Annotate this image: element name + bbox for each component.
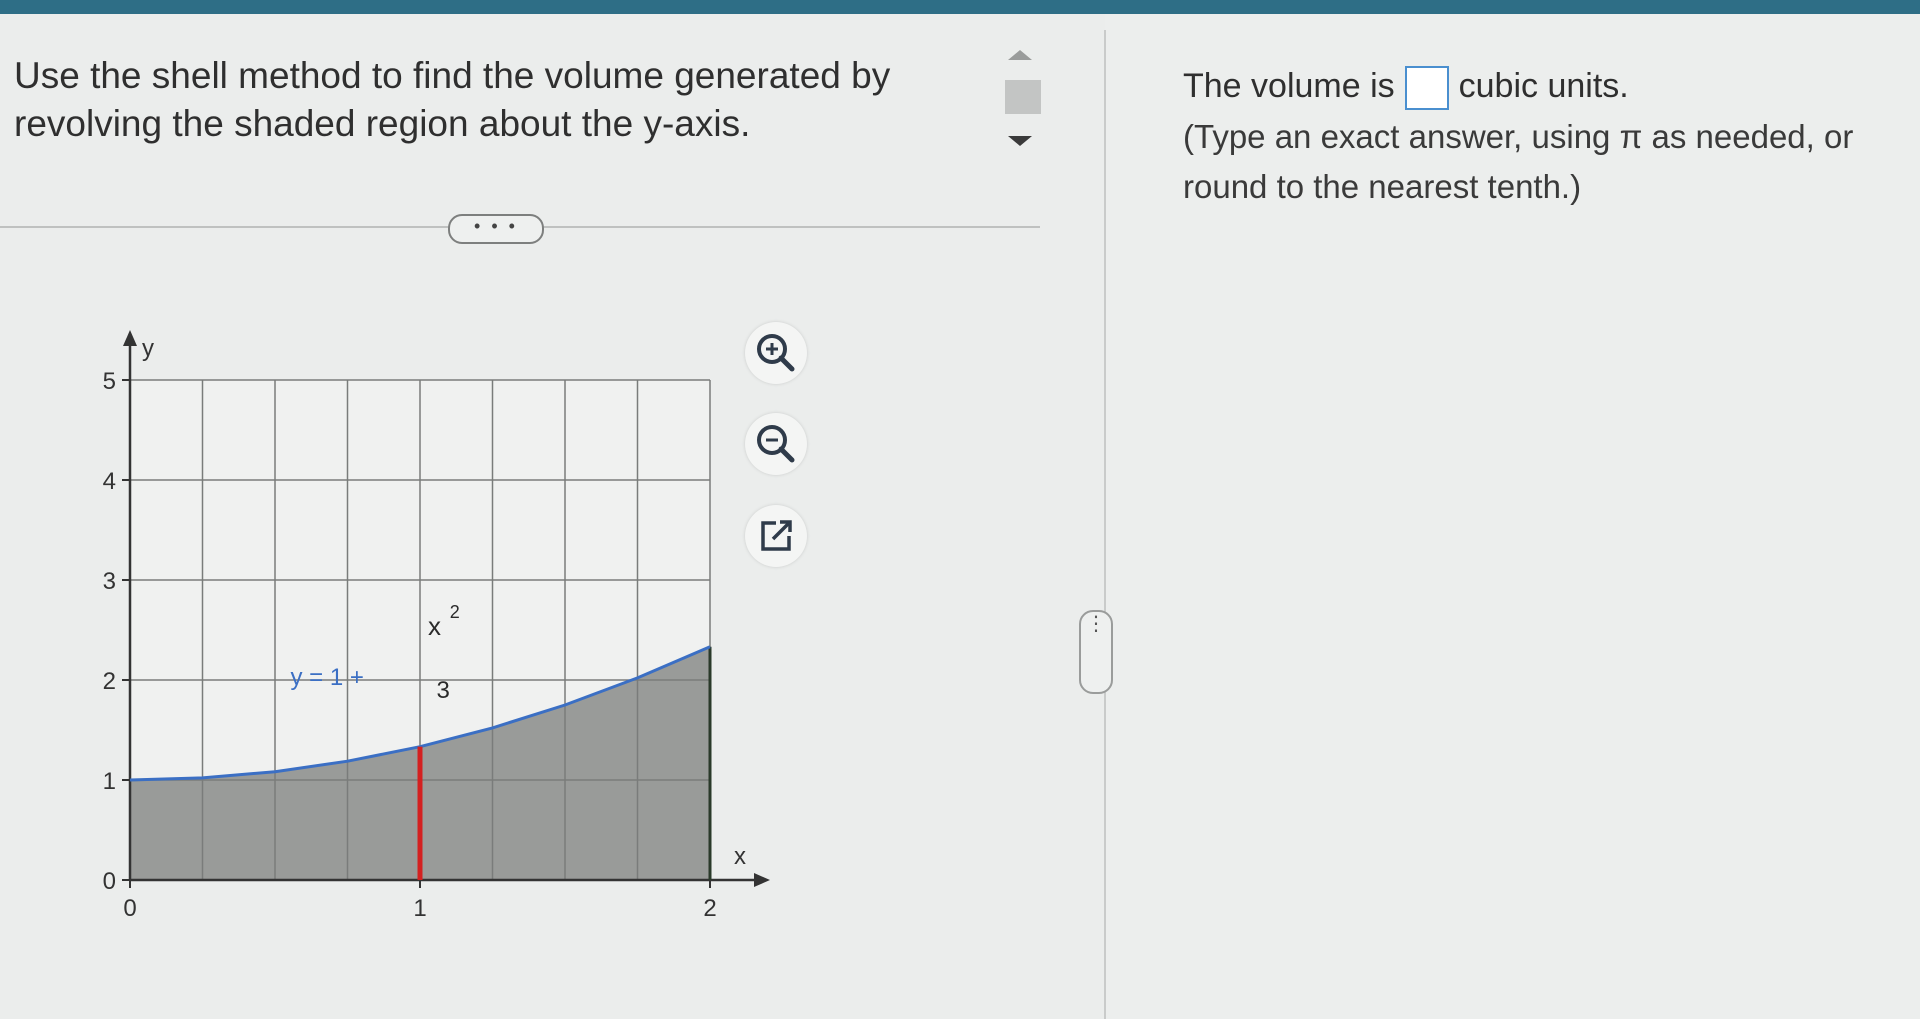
show-more-button[interactable]: • • •: [448, 214, 544, 244]
scroll-down-arrow-icon[interactable]: [1008, 136, 1032, 146]
pane-resize-handle[interactable]: ⋮: [1079, 610, 1113, 694]
y-tick-label: 3: [103, 568, 116, 595]
y-tick-label: 2: [103, 668, 116, 695]
zoom-out-icon: [757, 425, 795, 463]
scrollbar-thumb[interactable]: [1005, 80, 1041, 114]
y-tick-label: 1: [103, 768, 116, 795]
answer-prefix: The volume is: [1183, 67, 1395, 105]
y-tick-label: 4: [103, 468, 116, 495]
function-label-denominator: 3: [437, 677, 450, 704]
x-tick-label: 2: [703, 895, 716, 922]
pane-divider[interactable]: [1104, 30, 1106, 1019]
x-tick-label: 0: [123, 895, 136, 922]
zoom-out-button[interactable]: [745, 413, 807, 475]
zoom-in-icon: [757, 334, 795, 372]
function-label-lhs: y = 1 +: [291, 664, 364, 691]
x-tick-label: 1: [413, 895, 426, 922]
y-tick-label: 5: [103, 368, 116, 395]
scroll-up-arrow-icon[interactable]: [1008, 50, 1032, 60]
volume-answer-input[interactable]: [1404, 66, 1449, 111]
x-axis-label: x: [734, 843, 746, 870]
y-axis-label: y: [142, 335, 154, 362]
zoom-in-button[interactable]: [745, 322, 807, 384]
y-tick-label: 0: [103, 868, 116, 895]
function-label-exponent: 2: [450, 602, 460, 622]
top-bar: [0, 0, 1920, 14]
answer-suffix: cubic units.: [1458, 67, 1629, 105]
graph: 0123450 1 2xyy = 1 +x 23: [103, 330, 770, 922]
popout-button[interactable]: [745, 505, 807, 567]
popout-icon: [761, 520, 792, 551]
question-text: Use the shell method to find the volume …: [14, 55, 891, 144]
answer-line: The volume is cubic units.: [1183, 60, 1629, 112]
answer-hint: (Type an exact answer, using π as needed…: [1183, 118, 1854, 205]
y-axis-arrow: [123, 330, 137, 346]
function-label-numerator: x: [428, 611, 441, 641]
x-axis-arrow: [754, 873, 770, 887]
